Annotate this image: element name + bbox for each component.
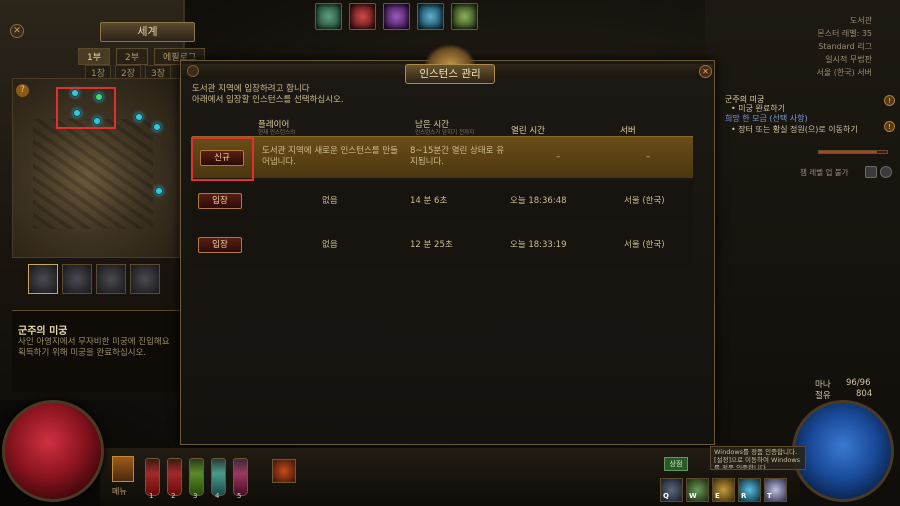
life-flask[interactable]: [145, 458, 160, 496]
zone-thumb-3[interactable]: [96, 264, 126, 294]
location-name: 도서관: [849, 16, 872, 25]
header-opened: 열린 시간: [511, 126, 545, 136]
zone-thumb-2[interactable]: [62, 264, 92, 294]
reserve-value: 804: [856, 389, 873, 399]
intro-line-2: 아래에서 입장할 인스턴스를 선택하십시오.: [192, 95, 344, 105]
shop-button[interactable]: 상점: [664, 457, 688, 471]
header-player: 플레이어 현재 인스턴스의: [258, 118, 295, 137]
skill-icon-4[interactable]: [417, 3, 444, 30]
new-button-highlight: [191, 137, 254, 181]
row-time-left: 8~15분간 열린 상태로 유지됩니다.: [410, 146, 505, 167]
world-title: 세계: [100, 22, 195, 42]
utility-flask[interactable]: [233, 458, 248, 496]
skill-icon-2[interactable]: [349, 3, 376, 30]
tab-act-2[interactable]: 2부: [116, 48, 149, 65]
info-icon[interactable]: ?: [16, 84, 29, 97]
hotkey-label: E: [715, 492, 720, 500]
buff-icon[interactable]: [272, 459, 296, 483]
row-opened: –: [556, 152, 561, 162]
monster-level: 몬스터 레벨: 35: [817, 29, 872, 38]
skill-icon-3[interactable]: [383, 3, 410, 30]
flask-key: 2: [171, 492, 176, 500]
header-server: 서버: [620, 126, 636, 136]
intro-line-1: 도서관 지역에 입장하려고 합니다: [192, 84, 310, 94]
row-server: 서울 (한국): [624, 240, 665, 250]
toast-text: Windows를 정품 인증합니다.: [714, 448, 798, 456]
gear-icon[interactable]: [187, 65, 199, 77]
header-time-left: 남은 시간 인스턴스가 닫히기 전까지: [415, 118, 474, 137]
hotkey-label: W: [689, 492, 697, 500]
waypoint-icon[interactable]: [135, 113, 143, 121]
zone-thumbnails: [28, 264, 160, 294]
world-close-icon[interactable]: ✕: [10, 24, 24, 38]
experience-bar: [818, 150, 888, 154]
row-time-left: 14 분 6초: [410, 196, 448, 206]
mana-value: 96/96: [846, 378, 871, 388]
reserve-label: 절유: [815, 391, 831, 401]
row-player: 도서관 지역에 새로운 인스턴스를 만들어냅니다.: [262, 146, 398, 167]
row-opened: 오늘 18:33:19: [510, 240, 567, 250]
row-player: 없음: [322, 196, 338, 206]
row-server: –: [646, 152, 651, 162]
flask-key: 4: [215, 492, 220, 500]
waypoint-icon[interactable]: [153, 123, 161, 131]
server-name: 서울 (한국) 서버: [816, 68, 873, 77]
ladder-icon[interactable]: [865, 166, 877, 178]
row-player: 없음: [322, 240, 338, 250]
top-skill-bar: [315, 3, 478, 30]
modal-intro: 도서관 지역에 입장하려고 합니다 아래에서 입장할 인스턴스를 선택하십시오.: [192, 84, 344, 106]
modal-title: 인스턴스 관리: [405, 64, 495, 84]
mana-orb: [792, 400, 894, 502]
zone-title: 군주의 미궁: [18, 326, 68, 337]
zone-thumb-4[interactable]: [130, 264, 160, 294]
quest-alert-icon[interactable]: !: [884, 121, 895, 132]
zone-description: 사인 아영지에서 무자비한 미궁에 진입해요 획득하기 위해 미궁을 완료하십시…: [18, 337, 170, 358]
zone-thumb-1[interactable]: [28, 264, 58, 294]
modal-crest-ornament: [424, 44, 476, 66]
quest-step: • 장터 또는 황실 정원(으)로 이동하기: [731, 125, 858, 134]
enter-instance-button[interactable]: 입장: [198, 193, 242, 209]
settings-icon[interactable]: [880, 166, 892, 178]
game-screen: ✕ 세계 1부 2부 에필로그 1장 2장 3장 ? 군주의 미궁 사인 아영지…: [0, 0, 900, 506]
row-time-left: 12 분 25초: [410, 240, 453, 250]
skill-icon-5[interactable]: [451, 3, 478, 30]
hotkey-label: R: [741, 492, 747, 500]
row-opened: 오늘 18:36:48: [510, 196, 567, 206]
flask-key: 3: [193, 492, 198, 500]
skill-icon-1[interactable]: [315, 3, 342, 30]
menu-label: 메뉴: [112, 487, 127, 496]
temp-zone: 일시적 무법판: [825, 55, 872, 64]
windows-activation-toast: Windows를 정품 인증합니다. [설정]으로 이동하여 Windows를 …: [710, 446, 806, 470]
selected-area-highlight: [56, 87, 116, 129]
flask-key: 5: [237, 492, 242, 500]
utility-flask[interactable]: [211, 458, 226, 496]
row-server: 서울 (한국): [624, 196, 665, 206]
life-flask[interactable]: [167, 458, 182, 496]
utility-flask[interactable]: [189, 458, 204, 496]
close-icon[interactable]: ✕: [699, 65, 712, 78]
toast-detail: [설정]으로 이동하여 Windows를 정품 인증합니다.: [714, 456, 801, 470]
quest-title-optional[interactable]: 희망 한 모금 (선택 사항): [725, 113, 808, 124]
quest-alert-icon[interactable]: !: [884, 95, 895, 106]
hotkey-label: T: [767, 492, 772, 500]
tab-act-1[interactable]: 1부: [78, 48, 111, 65]
quest-step-text: 장터 또는 황실 정원(으)로 이동하기: [738, 125, 858, 134]
header-player-label: 플레이어: [258, 120, 290, 130]
menu-button[interactable]: [112, 456, 134, 482]
waypoint-icon[interactable]: [155, 187, 163, 195]
flask-key: 1: [149, 492, 154, 500]
league-name: Standard 리그: [818, 42, 872, 51]
enter-instance-button[interactable]: 입장: [198, 237, 242, 253]
hotkey-label: Q: [663, 492, 669, 500]
ladder-status: 챔 레벨 업 불가: [800, 168, 849, 177]
quest-step-text: 미궁 완료하기: [738, 104, 785, 113]
experience-fill: [819, 151, 877, 153]
header-time-left-label: 남은 시간: [415, 120, 449, 130]
life-orb: [2, 400, 104, 502]
